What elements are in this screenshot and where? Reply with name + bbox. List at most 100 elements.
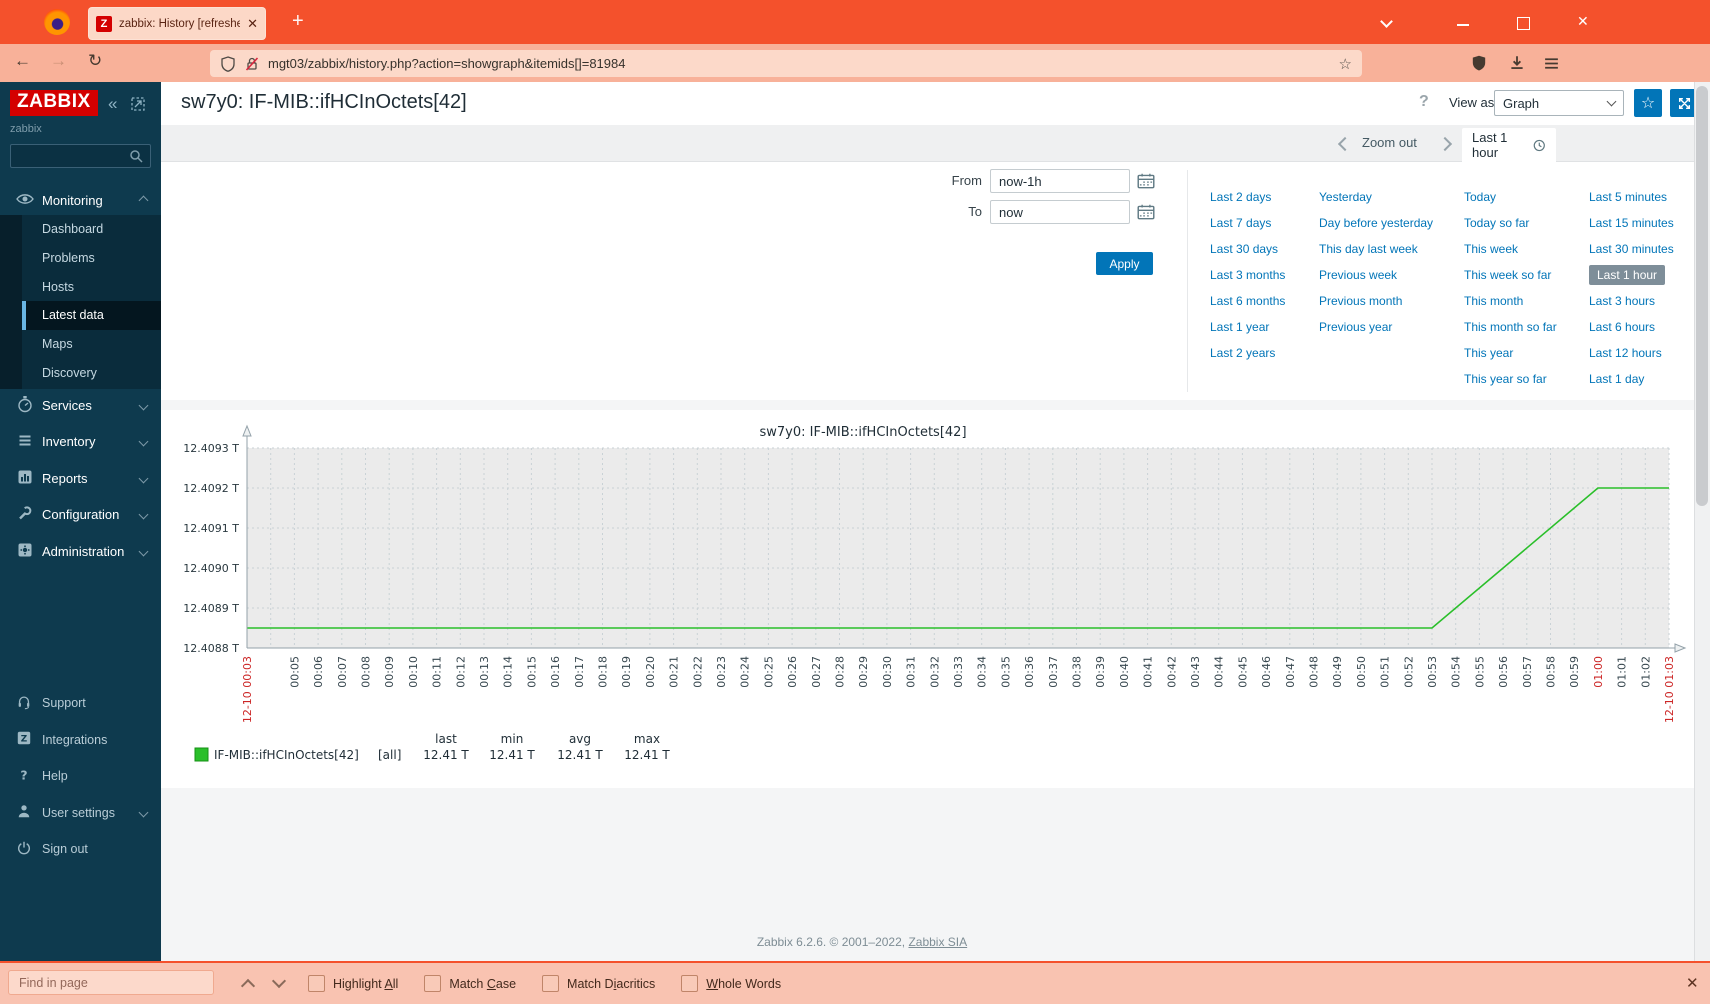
back-button[interactable]: ← [14,51,31,71]
sidebar-subitem-discovery[interactable]: Discovery [22,359,161,388]
zabbix-logo[interactable]: ZABBIX [10,90,98,116]
history-graph[interactable]: sw7y0: IF-MIB::ifHCInOctets[42]12.4093 T… [161,410,1694,788]
checkbox[interactable] [308,975,325,992]
forward-button[interactable]: → [50,51,67,71]
find-option-match-case[interactable]: Match Case [424,975,516,992]
tracking-shield-icon[interactable] [220,55,236,72]
checkbox[interactable] [681,975,699,992]
sidebar-item-sign-out[interactable]: Sign out [0,834,161,864]
apply-button[interactable]: Apply [1096,252,1153,275]
time-shift-back-chevron-icon[interactable] [1337,136,1353,152]
find-close-icon[interactable]: ✕ [1686,974,1699,992]
sidebar-search[interactable] [10,144,151,168]
sidebar-item-integrations[interactable]: Z Integrations [0,725,161,755]
time-range-link[interactable]: Last 3 months [1210,262,1285,288]
sidebar-collapse-icon[interactable]: « [108,94,117,114]
find-input[interactable] [8,970,214,995]
zoom-out-button[interactable]: Zoom out [1362,135,1417,150]
reload-button[interactable]: ↻ [88,51,102,71]
insecure-lock-icon[interactable] [244,56,260,72]
time-range-link[interactable]: Previous year [1319,314,1433,340]
find-option-whole-words[interactable]: Whole Words [681,975,781,992]
sidebar-subitem-dashboard[interactable]: Dashboard [22,215,161,244]
sidebar-item-help[interactable]: ? Help [0,761,161,791]
find-previous-chevron-icon[interactable] [240,978,256,994]
time-range-link[interactable]: Last 5 minutes [1589,184,1674,210]
window-minimize-button[interactable] [1457,24,1469,26]
time-range-link[interactable]: This week so far [1464,262,1557,288]
checkbox[interactable] [542,975,560,992]
menu-hamburger-icon[interactable] [1543,55,1560,72]
time-range-link[interactable]: Last 7 days [1210,210,1285,236]
time-range-link[interactable]: Last 2 days [1210,184,1285,210]
time-range-link[interactable]: This day last week [1319,236,1433,262]
window-close-button[interactable]: ✕ [1577,13,1589,30]
time-range-link[interactable]: This year so far [1464,366,1557,392]
time-range-link[interactable]: Last 1 year [1210,314,1285,340]
footer-link[interactable]: Zabbix SIA [908,935,967,949]
sidebar-subitem-maps[interactable]: Maps [22,330,161,359]
time-range-link[interactable]: This year [1464,340,1557,366]
sidebar-item-user-settings[interactable]: User settings [0,798,161,828]
time-range-link[interactable]: Today [1464,184,1557,210]
time-range-link[interactable]: This month so far [1464,314,1557,340]
time-range-link[interactable]: This week [1464,236,1557,262]
time-range-link[interactable]: Last 1 day [1589,366,1674,392]
to-calendar-icon[interactable] [1136,202,1156,222]
time-shift-forward-chevron-icon[interactable] [1437,136,1453,152]
sidebar-item-administration[interactable]: Administration [0,536,161,566]
view-as-select[interactable]: Graph [1494,90,1624,116]
scrollbar-thumb[interactable] [1696,86,1708,506]
find-next-chevron-icon[interactable] [271,973,287,989]
time-range-link[interactable]: Previous week [1319,262,1433,288]
downloads-icon[interactable] [1508,54,1526,72]
favorite-button[interactable]: ☆ [1634,89,1662,117]
list-tabs-chevron-icon[interactable] [1380,15,1393,28]
time-range-link[interactable]: Last 6 months [1210,288,1285,314]
sidebar-item-services[interactable]: Services [0,390,161,420]
time-range-link[interactable]: This month [1464,288,1557,314]
sidebar-subitem-latest-data[interactable]: Latest data [22,301,161,331]
time-range-selected[interactable]: Last 1 hour [1589,265,1666,285]
to-input[interactable] [990,200,1130,224]
time-range-link[interactable]: Previous month [1319,288,1433,314]
sidebar-item-support[interactable]: Support [0,688,161,718]
sidebar-item-inventory[interactable]: Inventory [0,427,161,457]
tab-close-icon[interactable]: ✕ [247,16,258,32]
sidebar-subitem-problems[interactable]: Problems [22,244,161,273]
find-option-highlight-all[interactable]: Highlight All [308,975,398,992]
time-range-link[interactable]: Today so far [1464,210,1557,236]
time-range-link[interactable]: Last 30 days [1210,236,1285,262]
help-icon[interactable]: ? [1419,93,1429,111]
x-axis-tick: 00:13 [478,656,491,688]
sidebar-subitem-hosts[interactable]: Hosts [22,273,161,302]
x-axis-tick: 00:19 [620,656,633,688]
sidebar-popout-icon[interactable] [131,97,145,111]
time-range-link[interactable]: Day before yesterday [1319,210,1433,236]
checkbox[interactable] [424,975,442,992]
time-range-link[interactable]: Last 15 minutes [1589,210,1674,236]
firefox-icon[interactable] [44,9,70,35]
pocket-shield-icon[interactable] [1470,54,1488,72]
time-range-link[interactable]: Last 30 minutes [1589,236,1674,262]
time-range-link[interactable]: Last 2 years [1210,340,1285,366]
time-range-link[interactable]: Last 3 hours [1589,288,1674,314]
active-time-range-tab[interactable]: Last 1 hour [1462,128,1556,162]
new-tab-button[interactable]: + [292,10,304,33]
time-range-link[interactable]: Yesterday [1319,184,1433,210]
chevron-down-icon [138,509,149,520]
window-maximize-button[interactable] [1517,17,1530,30]
sidebar-item-reports[interactable]: Reports [0,463,161,493]
find-option-match-diacritics[interactable]: Match Diacritics [542,975,655,992]
time-range-link[interactable]: Last 6 hours [1589,314,1674,340]
url-bar[interactable]: mgt03/zabbix/history.php?action=showgrap… [210,50,1362,77]
from-calendar-icon[interactable] [1136,171,1156,191]
sidebar-item-monitoring[interactable]: Monitoring [0,185,161,215]
from-input[interactable] [990,169,1130,193]
browser-tab[interactable]: Z zabbix: History [refreshed every ✕ [88,7,266,40]
sidebar-search-input[interactable] [11,149,128,163]
bookmark-star-icon[interactable]: ☆ [1339,55,1352,73]
time-range-link[interactable]: Last 12 hours [1589,340,1674,366]
sidebar-item-configuration[interactable]: Configuration [0,500,161,530]
time-range-link[interactable]: Last 1 hour [1589,262,1674,288]
